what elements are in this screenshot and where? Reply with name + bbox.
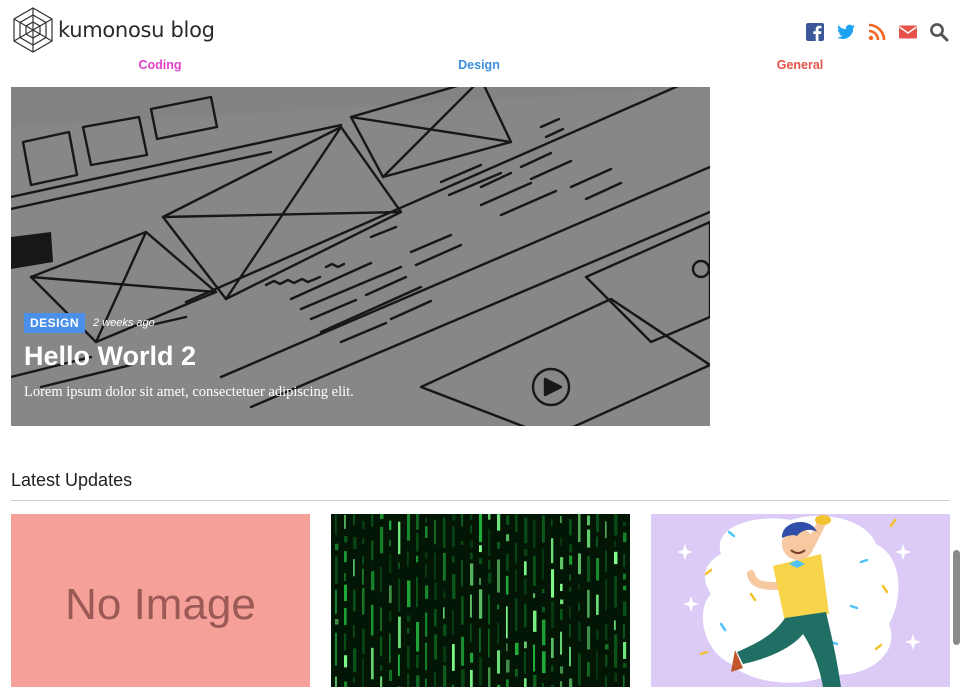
no-image-placeholder: No Image: [65, 580, 256, 629]
social-links: [805, 22, 949, 42]
section-divider: [11, 500, 950, 501]
post-card[interactable]: No Image: [11, 514, 310, 687]
wireframe-sketch-image: [11, 87, 710, 426]
scrollbar[interactable]: [953, 550, 960, 645]
nav-item-design[interactable]: Design: [458, 58, 500, 72]
post-date: 2 weeks ago: [93, 317, 155, 329]
nav-item-coding[interactable]: Coding: [138, 58, 181, 72]
site-title: kumonosu blog: [58, 18, 215, 42]
nav-item-general[interactable]: General: [777, 58, 824, 72]
category-badge[interactable]: DESIGN: [24, 313, 86, 333]
section-heading: Latest Updates: [11, 470, 133, 490]
celebrating-person-illustration: [651, 514, 950, 687]
post-excerpt: Lorem ipsum dolor sit amet, consectetuer…: [24, 384, 354, 400]
post-card[interactable]: [651, 514, 950, 687]
matrix-code-image: [331, 514, 630, 687]
post-card[interactable]: [331, 514, 630, 687]
facebook-icon[interactable]: [805, 22, 825, 42]
featured-post[interactable]: DESIGN 2 weeks ago Hello World 2 Lorem i…: [11, 87, 710, 426]
search-icon[interactable]: [929, 22, 949, 42]
category-nav: Coding Design General: [0, 58, 961, 76]
site-logo[interactable]: kumonosu blog: [12, 6, 215, 54]
rss-icon[interactable]: [867, 22, 887, 42]
spiderweb-logo-icon: [13, 7, 53, 53]
twitter-icon[interactable]: [836, 22, 856, 42]
mail-icon[interactable]: [898, 22, 918, 42]
post-meta: DESIGN 2 weeks ago: [24, 313, 155, 333]
post-title[interactable]: Hello World 2: [24, 341, 196, 372]
